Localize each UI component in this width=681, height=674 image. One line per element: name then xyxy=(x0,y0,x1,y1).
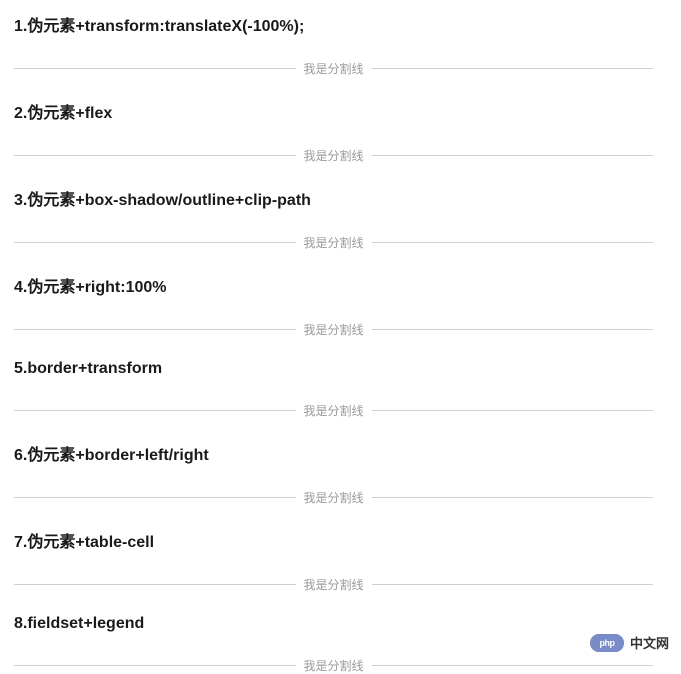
divider-line: 我是分割线 xyxy=(14,489,653,506)
method-1-section: 1.伪元素+transform:translateX(-100%); 我是分割线 xyxy=(14,12,653,77)
watermark-site-text: 中文网 xyxy=(630,633,669,652)
method-3-heading: 3.伪元素+box-shadow/outline+clip-path xyxy=(14,186,653,210)
method-7-section: 7.伪元素+table-cell 我是分割线 xyxy=(14,528,653,593)
method-5-section: 5.border+transform 我是分割线 xyxy=(14,360,653,419)
method-2-heading: 2.伪元素+flex xyxy=(14,99,653,123)
divider-line: 我是分割线 xyxy=(14,60,653,77)
method-4-heading: 4.伪元素+right:100% xyxy=(14,273,653,297)
divider-label: 我是分割线 xyxy=(296,321,372,338)
method-6-heading: 6.伪元素+border+left/right xyxy=(14,441,653,465)
divider-label: 我是分割线 xyxy=(296,60,372,77)
method-7-heading: 7.伪元素+table-cell xyxy=(14,528,653,552)
method-3-section: 3.伪元素+box-shadow/outline+clip-path 我是分割线 xyxy=(14,186,653,251)
divider-label: 我是分割线 xyxy=(296,402,372,419)
method-5-heading: 5.border+transform xyxy=(14,360,653,378)
divider-line: 我是分割线 xyxy=(14,321,653,338)
method-6-section: 6.伪元素+border+left/right 我是分割线 xyxy=(14,441,653,506)
watermark: php 中文网 xyxy=(590,633,669,652)
divider-label: 我是分割线 xyxy=(296,489,372,506)
watermark-logo-text: php xyxy=(599,638,614,648)
divider-line: 我是分割线 xyxy=(14,576,653,593)
method-8-section: 8.fieldset+legend 我是分割线 xyxy=(14,615,653,674)
method-2-section: 2.伪元素+flex 我是分割线 xyxy=(14,99,653,164)
method-1-heading: 1.伪元素+transform:translateX(-100%); xyxy=(14,12,653,36)
divider-line: 我是分割线 xyxy=(14,234,653,251)
divider-label: 我是分割线 xyxy=(296,234,372,251)
divider-line: 我是分割线 xyxy=(14,147,653,164)
divider-label: 我是分割线 xyxy=(296,576,372,593)
watermark-logo-icon: php xyxy=(590,634,624,652)
divider-line: 我是分割线 xyxy=(14,402,653,419)
method-8-heading: 8.fieldset+legend xyxy=(14,615,653,633)
method-4-section: 4.伪元素+right:100% 我是分割线 xyxy=(14,273,653,338)
divider-label: 我是分割线 xyxy=(296,147,372,164)
